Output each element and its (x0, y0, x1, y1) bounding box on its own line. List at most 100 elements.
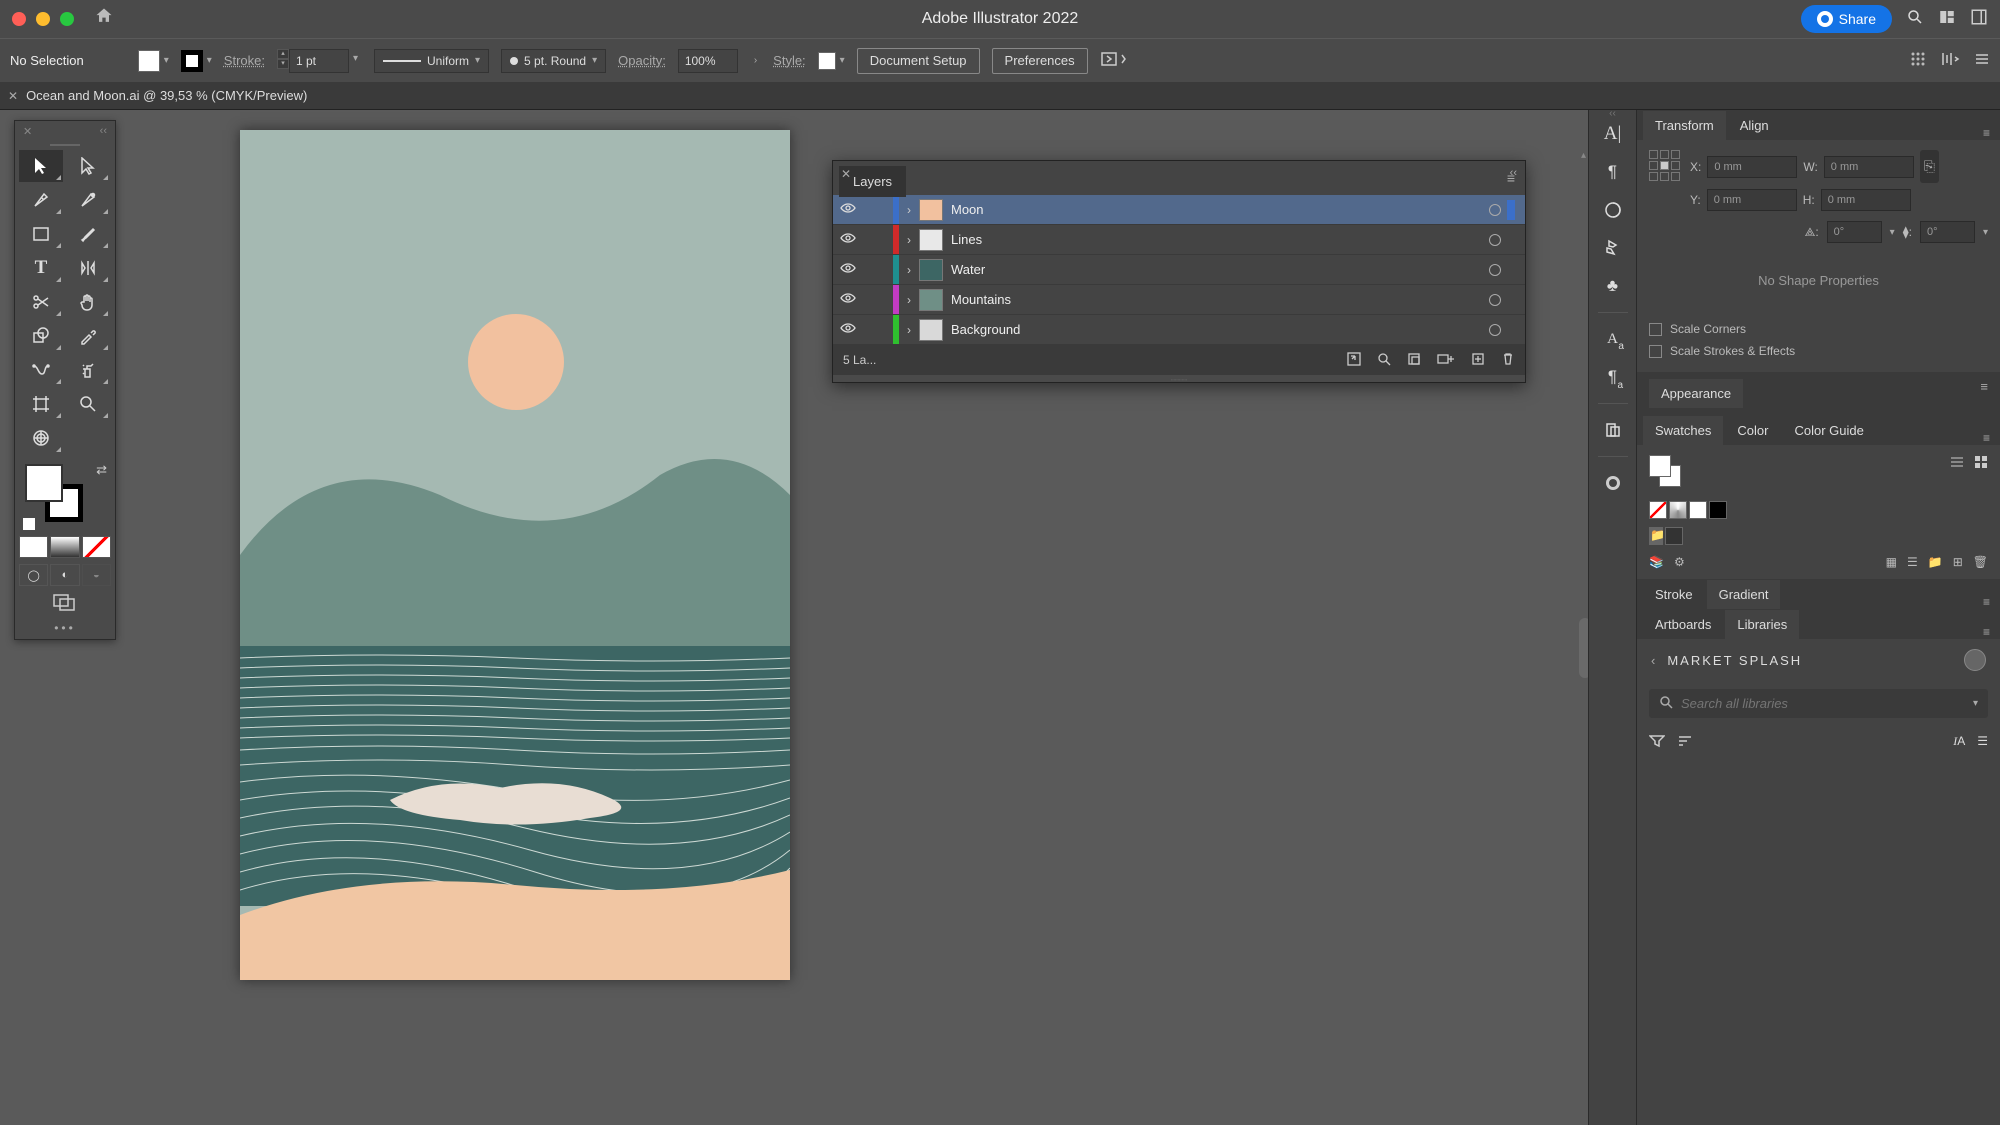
artboard-tool[interactable] (19, 388, 63, 420)
symbols-icon[interactable]: ♣ (1597, 270, 1629, 302)
color-tab[interactable]: Color (1725, 416, 1780, 445)
window-close-button[interactable] (12, 12, 26, 26)
library-search-input[interactable] (1681, 696, 1965, 711)
vertical-scrollbar-up[interactable]: ▴ (1581, 150, 1586, 161)
swatch-kind-icon[interactable]: ▦ (1886, 555, 1897, 569)
library-user-avatar[interactable] (1964, 649, 1986, 671)
swatch-group-folder-icon[interactable]: 📁 (1649, 527, 1663, 545)
selection-tool[interactable] (19, 150, 63, 182)
swatches-tab[interactable]: Swatches (1643, 416, 1723, 445)
align-to-icon[interactable] (1100, 50, 1130, 72)
target-icon[interactable] (1489, 324, 1501, 336)
layer-row[interactable]: › Moon (833, 195, 1525, 225)
properties-icon[interactable]: A| (1597, 118, 1629, 150)
gradient-menu-icon[interactable]: ≡ (1983, 595, 1990, 609)
window-minimize-button[interactable] (36, 12, 50, 26)
delete-layer-icon[interactable] (1501, 352, 1515, 369)
library-back-icon[interactable]: ‹ (1651, 653, 1657, 668)
w-input[interactable] (1824, 156, 1914, 178)
new-swatch-icon[interactable]: ⊞ (1953, 555, 1963, 569)
stroke-weight-dropdown-icon[interactable]: ▾ (349, 49, 362, 73)
shear-dropdown-icon[interactable]: ▾ (1983, 227, 1988, 238)
preferences-button[interactable]: Preferences (992, 48, 1088, 74)
new-color-group-icon[interactable]: 📁 (1928, 555, 1943, 569)
appearance-icon[interactable] (1597, 467, 1629, 499)
expand-layer-icon[interactable]: › (899, 293, 919, 307)
visibility-toggle-icon[interactable] (833, 292, 863, 307)
zoom-tool[interactable] (66, 388, 110, 420)
grid-view-icon[interactable] (1910, 51, 1926, 71)
swatch-registration[interactable] (1669, 501, 1687, 519)
locate-object-icon[interactable] (1377, 352, 1391, 369)
layers-panel-collapse-icon[interactable]: ‹‹ (1510, 167, 1517, 179)
artboard-canvas[interactable] (240, 130, 790, 980)
gradient-tab[interactable]: Gradient (1707, 580, 1781, 609)
home-icon[interactable] (94, 6, 114, 32)
target-icon[interactable] (1489, 204, 1501, 216)
visibility-toggle-icon[interactable] (833, 232, 863, 247)
libraries-tab[interactable]: Libraries (1725, 610, 1799, 639)
scissors-tool[interactable] (19, 286, 63, 318)
reflect-tool[interactable] (66, 252, 110, 284)
artboards-tab[interactable]: Artboards (1643, 610, 1723, 639)
polar-grid-tool[interactable] (19, 422, 63, 454)
export-icon[interactable] (1347, 352, 1361, 369)
clipping-mask-icon[interactable] (1407, 352, 1421, 369)
edit-toolbar-button[interactable]: ••• (19, 621, 111, 635)
share-button[interactable]: Share (1801, 5, 1892, 33)
swatch-gray[interactable] (1665, 527, 1683, 545)
blend-tool[interactable] (19, 354, 63, 386)
new-layer-icon[interactable] (1471, 352, 1485, 369)
new-sublayer-icon[interactable] (1437, 352, 1455, 369)
library-appearance-icon[interactable]: IA (1953, 734, 1965, 751)
appearance-menu-icon[interactable]: ≡ (1980, 379, 1988, 408)
scale-strokes-checkbox[interactable] (1649, 345, 1662, 358)
layer-row[interactable]: › Background (833, 315, 1525, 345)
curvature-tool[interactable] (66, 184, 110, 216)
gradient-mode-button[interactable] (50, 536, 79, 558)
type-tool[interactable]: T (19, 252, 63, 284)
rectangle-tool[interactable] (19, 218, 63, 250)
fill-swatch-control[interactable]: ▾ (138, 50, 169, 72)
layer-name-label[interactable]: Background (951, 322, 1489, 337)
reference-point-selector[interactable] (1649, 150, 1680, 181)
layer-row[interactable]: › Mountains (833, 285, 1525, 315)
moon-shape[interactable] (468, 314, 564, 410)
layer-name-label[interactable]: Mountains (951, 292, 1489, 307)
draw-inside-button[interactable]: ◒ (82, 564, 111, 586)
visibility-toggle-icon[interactable] (833, 262, 863, 277)
visibility-toggle-icon[interactable] (833, 322, 863, 337)
layer-row[interactable]: › Lines (833, 225, 1525, 255)
draw-normal-button[interactable]: ◯ (19, 564, 48, 586)
symbol-sprayer-tool[interactable] (66, 354, 110, 386)
expand-layer-icon[interactable]: › (899, 263, 919, 277)
swatch-white[interactable] (1689, 501, 1707, 519)
color-mode-button[interactable] (19, 536, 48, 558)
transform-icon[interactable] (1597, 194, 1629, 226)
graphic-style-dropdown[interactable]: ▾ (818, 52, 845, 70)
expand-layer-icon[interactable]: › (899, 203, 919, 217)
stroke-weight-stepper[interactable]: ▴▾ (277, 49, 289, 73)
layers-panel-close-icon[interactable]: ✕ (841, 167, 851, 181)
swatch-libraries-menu-icon[interactable]: ⚙ (1674, 555, 1685, 569)
default-fill-stroke-icon[interactable] (23, 518, 35, 530)
pathfinder-icon[interactable] (1597, 232, 1629, 264)
paragraph-icon[interactable]: ¶ (1597, 156, 1629, 188)
direct-selection-tool[interactable] (66, 150, 110, 182)
search-icon[interactable] (1906, 8, 1924, 31)
delete-swatch-icon[interactable]: 🗑 (1973, 555, 1988, 569)
layer-name-label[interactable]: Lines (951, 232, 1489, 247)
color-guide-tab[interactable]: Color Guide (1782, 416, 1875, 445)
para-styles-icon[interactable]: ¶a (1597, 361, 1629, 393)
appearance-tab[interactable]: Appearance (1649, 379, 1743, 408)
opacity-more-icon[interactable]: › (750, 51, 761, 70)
align-icon[interactable] (1597, 414, 1629, 446)
hand-tool[interactable] (66, 286, 110, 318)
stroke-label[interactable]: Stroke: (224, 53, 265, 68)
none-mode-button[interactable] (82, 536, 111, 558)
window-zoom-button[interactable] (60, 12, 74, 26)
shape-builder-tool[interactable] (19, 320, 63, 352)
toolbox-collapse-icon[interactable]: ‹‹ (100, 125, 107, 141)
library-search[interactable]: ▾ (1649, 689, 1988, 718)
panel-menu-icon[interactable] (1974, 52, 1990, 70)
